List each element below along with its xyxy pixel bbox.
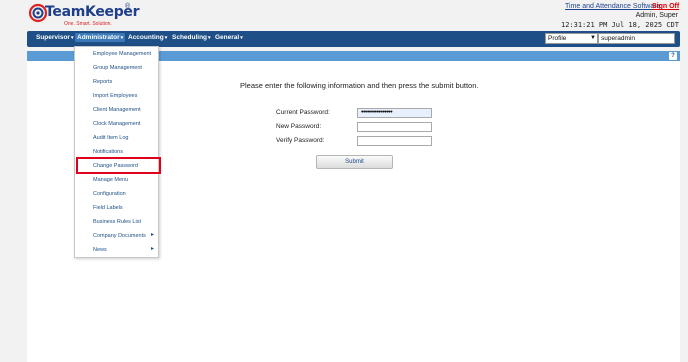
nav-accounting-label: Accounting bbox=[128, 34, 164, 41]
menu-item-company-documents[interactable]: Company Documents bbox=[93, 233, 146, 239]
caret-down-icon: ▾ bbox=[208, 35, 211, 41]
menu-item-news[interactable]: News bbox=[93, 247, 107, 253]
new-password-label: New Password: bbox=[276, 123, 322, 130]
nav-supervisor[interactable]: Supervisor▾ bbox=[36, 34, 73, 41]
current-password-label: Current Password: bbox=[276, 109, 330, 116]
profile-select[interactable]: Profile ▼ bbox=[545, 33, 598, 44]
caret-down-icon: ▾ bbox=[240, 35, 243, 41]
nav-supervisor-label: Supervisor bbox=[36, 34, 70, 41]
nav-scheduling-label: Scheduling bbox=[172, 34, 208, 41]
caret-down-icon: ▾ bbox=[70, 35, 74, 41]
menu-item-import-employees[interactable]: Import Employees bbox=[93, 93, 137, 99]
chevron-right-icon: ▸ bbox=[151, 246, 155, 252]
nav-accounting[interactable]: Accounting▾ bbox=[128, 34, 167, 41]
help-icon[interactable]: ? bbox=[669, 52, 677, 60]
sign-off-link[interactable]: Sign Off bbox=[652, 3, 679, 10]
nav-general[interactable]: General▾ bbox=[215, 34, 243, 41]
chevron-down-icon: ▼ bbox=[590, 35, 596, 41]
username-input[interactable]: superadmin bbox=[598, 33, 675, 44]
registered-mark: ® bbox=[125, 3, 131, 10]
nav-general-label: General bbox=[215, 34, 240, 41]
verify-password-label: Verify Password: bbox=[276, 137, 325, 144]
brand-tagline: One. Smart. Solution. bbox=[64, 21, 112, 27]
menu-item-clock-management[interactable]: Clock Management bbox=[93, 121, 140, 127]
nav-administrator[interactable]: Administrator▾ bbox=[75, 33, 126, 42]
form-instructions: Please enter the following information a… bbox=[240, 81, 479, 90]
caret-down-icon: ▾ bbox=[120, 35, 124, 41]
profile-select-value: Profile bbox=[548, 35, 567, 42]
verify-password-field[interactable] bbox=[357, 136, 432, 146]
menu-item-audit-item-log[interactable]: Audit Item Log bbox=[93, 135, 128, 141]
menu-item-business-rules-list[interactable]: Business Rules List bbox=[93, 219, 141, 225]
submit-button[interactable]: Submit bbox=[316, 155, 393, 169]
nav-scheduling[interactable]: Scheduling▾ bbox=[172, 34, 211, 41]
change-password-highlight bbox=[76, 157, 161, 174]
menu-item-manage-menu[interactable]: Manage Menu bbox=[93, 177, 128, 183]
date-time: 12:31:21 PM Jul 18, 2025 CDT bbox=[560, 21, 679, 29]
menu-item-notifications[interactable]: Notifications bbox=[93, 149, 123, 155]
chevron-right-icon: ▸ bbox=[151, 232, 155, 238]
menu-item-field-labels[interactable]: Field Labels bbox=[93, 205, 123, 211]
teamkeeper-logo[interactable]: TeamKeeper ® One. Smart. Solution. bbox=[28, 3, 140, 29]
menu-item-group-management[interactable]: Group Management bbox=[93, 65, 142, 71]
current-user: Admin, Super bbox=[635, 12, 678, 19]
menu-item-client-management[interactable]: Client Management bbox=[93, 107, 141, 113]
new-password-field[interactable] bbox=[357, 122, 432, 132]
nav-administrator-label: Administrator bbox=[77, 34, 120, 41]
header: TeamKeeper ® One. Smart. Solution. Time … bbox=[0, 0, 688, 32]
menu-item-reports[interactable]: Reports bbox=[93, 79, 112, 85]
current-password-field[interactable]: •••••••••••••••• bbox=[357, 108, 432, 118]
menu-item-employee-management[interactable]: Employee Management bbox=[93, 51, 151, 57]
time-attendance-link[interactable]: Time and Attendance Software bbox=[565, 3, 660, 10]
menu-item-configuration[interactable]: Configuration bbox=[93, 191, 126, 197]
caret-down-icon: ▾ bbox=[164, 35, 168, 41]
